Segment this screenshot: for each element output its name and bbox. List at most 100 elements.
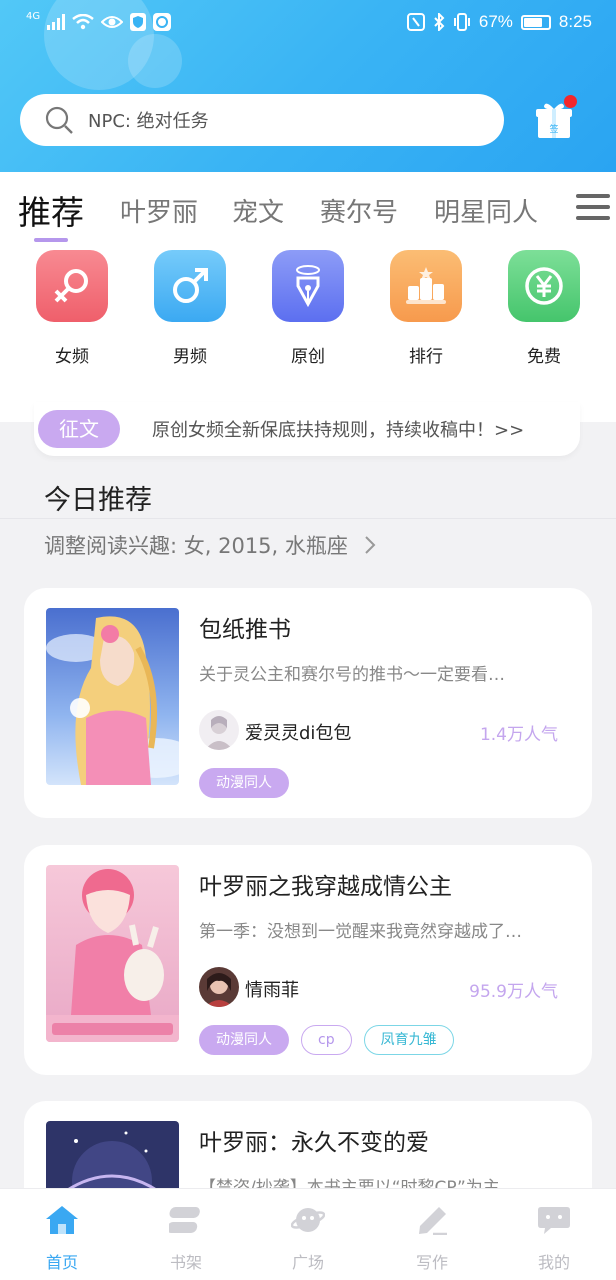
- tab-saierhao[interactable]: 赛尔号: [320, 192, 398, 229]
- search-icon: [45, 106, 73, 134]
- nav-square-label: 广场: [291, 1253, 324, 1272]
- nav-bookshelf-label: 书架: [169, 1253, 202, 1272]
- notice-text: 原创女频全新保底扶持规则，持续收稿中！>>: [152, 420, 525, 441]
- category-original[interactable]: 原创: [272, 250, 344, 367]
- nfc-icon: [406, 13, 425, 31]
- book-card[interactable]: 包纸推书 关于灵公主和赛尔号的推书～一定要看… 爱灵灵di包包 1.4万人气 动…: [24, 588, 592, 818]
- menu-icon: [576, 194, 610, 198]
- nav-write[interactable]: 写作: [392, 1205, 472, 1273]
- vibrate-icon: [453, 13, 470, 31]
- book-title: 包纸推书: [199, 617, 291, 643]
- nav-mine[interactable]: 我的: [514, 1205, 594, 1273]
- status-bar: 4G 67% 8:25: [0, 0, 616, 48]
- avatar-image: [199, 967, 239, 1007]
- book-tags: 动漫同人 cp 凤育九雏: [199, 1025, 454, 1055]
- nav-square[interactable]: 广场: [268, 1205, 348, 1273]
- bottom-navigation: 首页 书架 广场 写作 我的: [0, 1188, 616, 1280]
- header: 4G 67% 8:25 NPC: 绝对任务 签: [0, 0, 616, 172]
- avatar-image: [199, 710, 239, 750]
- book-cover: [46, 608, 179, 785]
- home-icon: [46, 1206, 78, 1234]
- author-name: 爱灵灵di包包: [245, 723, 352, 744]
- category-female[interactable]: 女频: [36, 250, 108, 367]
- category-male[interactable]: 男频: [154, 250, 226, 367]
- reading-interest-link[interactable]: 调整阅读兴趣: 女, 2015, 水瓶座: [44, 530, 377, 560]
- category-grid: 女频 男频 原创 排行 免费: [0, 242, 616, 422]
- eye-icon: [101, 16, 124, 28]
- book-tag[interactable]: 凤育九雏: [363, 1025, 454, 1055]
- nav-bookshelf[interactable]: 书架: [146, 1205, 226, 1273]
- chat-bubble-icon: [538, 1207, 570, 1234]
- search-placeholder: NPC: 绝对任务: [88, 111, 209, 132]
- male-symbol-icon: [173, 268, 208, 303]
- notification-dot: [564, 95, 577, 108]
- planet-icon: [290, 1208, 326, 1232]
- female-symbol-icon: [54, 269, 88, 303]
- notice-badge: 征文: [38, 410, 120, 448]
- bookshelf-icon: [166, 1207, 200, 1233]
- signal-icon: [47, 14, 66, 30]
- tab-menu-button[interactable]: [576, 194, 610, 222]
- svg-text:签: 签: [549, 123, 558, 135]
- popularity: 1.4万人气: [479, 725, 558, 745]
- announcement-banner[interactable]: 征文 原创女频全新保底扶持规则，持续收稿中！>>: [34, 402, 580, 456]
- menu-icon-line: [576, 205, 610, 209]
- avatar: [199, 710, 239, 750]
- book-cover-art: [46, 865, 179, 1042]
- clock: 8:25: [558, 12, 592, 31]
- search-bar[interactable]: NPC: 绝对任务: [20, 94, 504, 146]
- book-description: 关于灵公主和赛尔号的推书～一定要看…: [199, 665, 505, 685]
- book-tag[interactable]: cp: [301, 1025, 352, 1055]
- category-original-tile: [272, 250, 344, 322]
- section-divider: [0, 518, 616, 519]
- book-tags: 动漫同人: [199, 768, 289, 798]
- category-free-label: 免费: [527, 347, 561, 367]
- book-cover: [46, 865, 179, 1042]
- tab-chongwen[interactable]: 宠文: [232, 192, 284, 229]
- popularity: 95.9万人气: [469, 982, 558, 1002]
- nav-home[interactable]: 首页: [22, 1205, 102, 1273]
- nav-home-label: 首页: [45, 1253, 78, 1272]
- nav-write-label: 写作: [415, 1253, 448, 1272]
- book-tag[interactable]: 动漫同人: [199, 1025, 289, 1055]
- category-tabs: 推荐 叶罗丽 宠文 赛尔号 明星同人: [0, 172, 616, 242]
- category-male-tile: [154, 250, 226, 322]
- bluetooth-icon: [434, 13, 445, 31]
- battery-percent: 67%: [478, 12, 513, 31]
- book-title: 叶罗丽之我穿越成情公主: [199, 874, 452, 900]
- category-free[interactable]: 免费: [508, 250, 580, 367]
- book-title: 叶罗丽：永久不变的爱: [199, 1130, 429, 1156]
- reading-interest-text: 调整阅读兴趣: 女, 2015, 水瓶座: [44, 534, 348, 558]
- network-label: 4G: [26, 11, 41, 22]
- wifi-icon: [72, 14, 94, 30]
- podium-icon: [406, 267, 446, 304]
- chevron-right-icon: [364, 536, 376, 554]
- book-cover-art: [46, 608, 179, 785]
- shield-icon: [130, 13, 147, 31]
- pencil-icon: [419, 1207, 447, 1236]
- category-female-tile: [36, 250, 108, 322]
- book-description: 第一季：没想到一觉醒来我竟然穿越成了…: [199, 922, 522, 942]
- nav-mine-label: 我的: [537, 1253, 570, 1272]
- tab-recommend[interactable]: 推荐: [18, 186, 84, 234]
- category-ranking-tile: [390, 250, 462, 322]
- book-tag[interactable]: 动漫同人: [199, 768, 289, 798]
- yuan-icon: [525, 267, 563, 305]
- section-title: 今日推荐: [44, 485, 152, 516]
- browser-icon: [153, 13, 172, 31]
- category-female-label: 女频: [55, 347, 89, 367]
- book-card[interactable]: 叶罗丽之我穿越成情公主 第一季：没想到一觉醒来我竟然穿越成了… 情雨菲 95.9…: [24, 845, 592, 1075]
- category-male-label: 男频: [173, 347, 207, 367]
- category-free-tile: [508, 250, 580, 322]
- category-original-label: 原创: [291, 347, 325, 367]
- avatar: [199, 967, 239, 1007]
- tab-celebrity-fanfic[interactable]: 明星同人: [434, 192, 538, 229]
- pen-nib-icon: [296, 265, 320, 308]
- category-ranking[interactable]: 排行: [390, 250, 462, 367]
- tab-yeluoli[interactable]: 叶罗丽: [120, 192, 198, 229]
- category-ranking-label: 排行: [409, 347, 443, 367]
- menu-icon-line: [576, 216, 610, 220]
- author-name: 情雨菲: [245, 980, 299, 1001]
- battery-icon: [520, 14, 551, 30]
- daily-sign-button[interactable]: 签: [534, 95, 577, 140]
